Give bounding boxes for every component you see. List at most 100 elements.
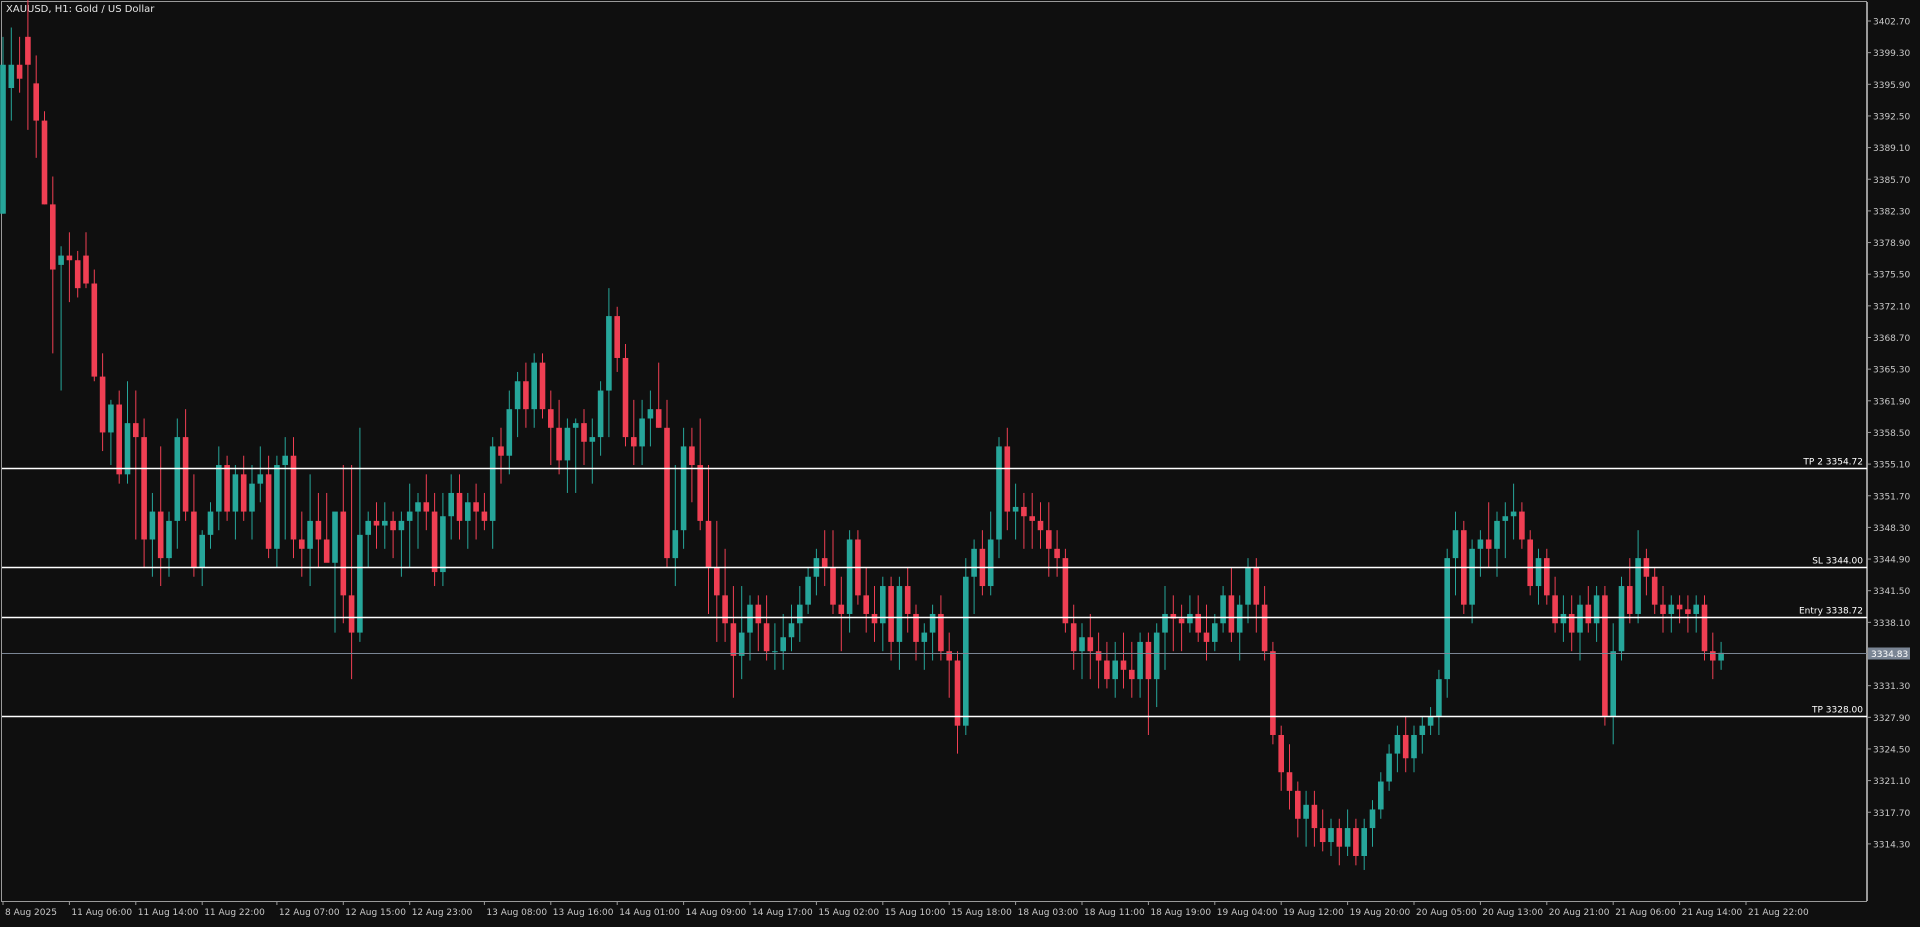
candle-body [1668,604,1675,614]
candle-body [846,539,853,614]
time-tick-label: 19 Aug 12:00 [1283,908,1344,918]
candle-body [1535,558,1542,587]
price-tick-label: 3341.50 [1873,587,1910,597]
candle-body [182,437,189,512]
candle-body [780,637,786,652]
time-tick-label: 18 Aug 03:00 [1018,908,1079,918]
candle-body [1610,651,1616,717]
candle-body [265,474,272,549]
candle-body [240,474,247,512]
candle-body [755,604,762,624]
time-tick-label: 11 Aug 22:00 [204,908,265,918]
candle-body [1427,716,1434,726]
candle-body [1220,595,1226,624]
candle-body [108,404,114,433]
candle-body [1477,539,1484,549]
candle-body [1527,539,1533,587]
candle-body [149,511,156,540]
candle-body [896,586,903,642]
level-label: TP 2 3354.72 [1802,458,1863,468]
candle-body [406,511,413,521]
candle-body [904,586,911,614]
candle-body [1129,669,1135,680]
candle-body [1710,651,1716,661]
candle-body [174,437,181,521]
price-tick-label: 3348.30 [1873,524,1910,534]
candle-body [1444,558,1450,680]
candle-body [556,427,562,461]
candle-body [1095,651,1102,661]
time-tick-label: 15 Aug 18:00 [951,908,1012,918]
candle-body [465,502,471,521]
candle-body [1137,641,1143,680]
candle-body [124,423,131,475]
price-tick-label: 3392.50 [1873,112,1910,122]
candle-body [191,511,197,568]
candle-body [921,632,928,642]
candle-body [257,474,264,484]
candle-body [423,502,430,512]
time-tick-label: 18 Aug 19:00 [1150,908,1211,918]
candle-body [1311,804,1318,829]
candle-body [597,390,604,438]
candle-body [1153,632,1160,680]
candle-body [1386,753,1392,782]
candle-body [116,404,122,475]
candle-body [1419,725,1426,735]
candle [622,344,629,447]
candle-body [33,83,39,121]
price-tick-label: 3368.70 [1873,334,1910,344]
candle-body [714,567,720,596]
candle [963,558,969,735]
candle-body [1004,446,1011,512]
price-tick-label: 3321.10 [1873,777,1910,787]
time-tick-label: 14 Aug 09:00 [686,908,747,918]
price-tick-label: 3389.10 [1873,144,1910,154]
candle-body [1187,613,1193,624]
candle-body [232,474,239,512]
time-tick-label: 21 Aug 14:00 [1682,908,1743,918]
candle-body [1212,623,1218,642]
candle-body [1560,613,1567,624]
candle-body [1544,558,1550,596]
time-tick-label: 20 Aug 13:00 [1482,908,1543,918]
candle-body [1676,604,1683,610]
candle [1062,548,1069,633]
candle-body [1104,660,1110,680]
candle-body [938,613,944,652]
candle-body [514,381,521,410]
candle-body [1635,558,1641,614]
time-tick-label: 12 Aug 07:00 [279,908,340,918]
candle-body [1112,660,1118,680]
price-chart[interactable]: XAUUSD, H1: Gold / US Dollar 3402.70 3399… [0,0,1920,923]
candle-body [1295,790,1301,819]
candle-body [66,255,73,261]
candle-body [166,520,172,559]
price-tick-label: 3314.30 [1873,840,1910,850]
candlestick-chart-svg[interactable]: XAUUSD, H1: Gold / US Dollar 3402.703399… [0,0,1920,923]
candle-body [614,316,620,358]
candle-body [332,511,338,563]
price-tick-label: 3378.90 [1873,239,1910,249]
candle [539,353,546,419]
candle-body [83,255,89,284]
candle-body [41,120,48,205]
candle-body [1261,604,1268,652]
candle-body [1344,828,1351,847]
candle-body [971,548,977,577]
candle-body [1402,734,1409,759]
time-tick-label: 19 Aug 04:00 [1217,908,1278,918]
candle-body [805,576,811,605]
time-tick-label: 20 Aug 05:00 [1416,908,1477,918]
candle-body [1618,586,1625,652]
candle-body [1178,618,1185,624]
candle-body [631,437,637,447]
candle-body [1253,567,1260,605]
candle-body [58,255,64,265]
candle-body [1494,520,1500,549]
price-tick-label: 3375.50 [1873,271,1910,281]
candle-body [498,446,504,456]
candle-body [199,534,205,568]
candle-body [697,465,703,521]
candle-body [1245,567,1251,605]
